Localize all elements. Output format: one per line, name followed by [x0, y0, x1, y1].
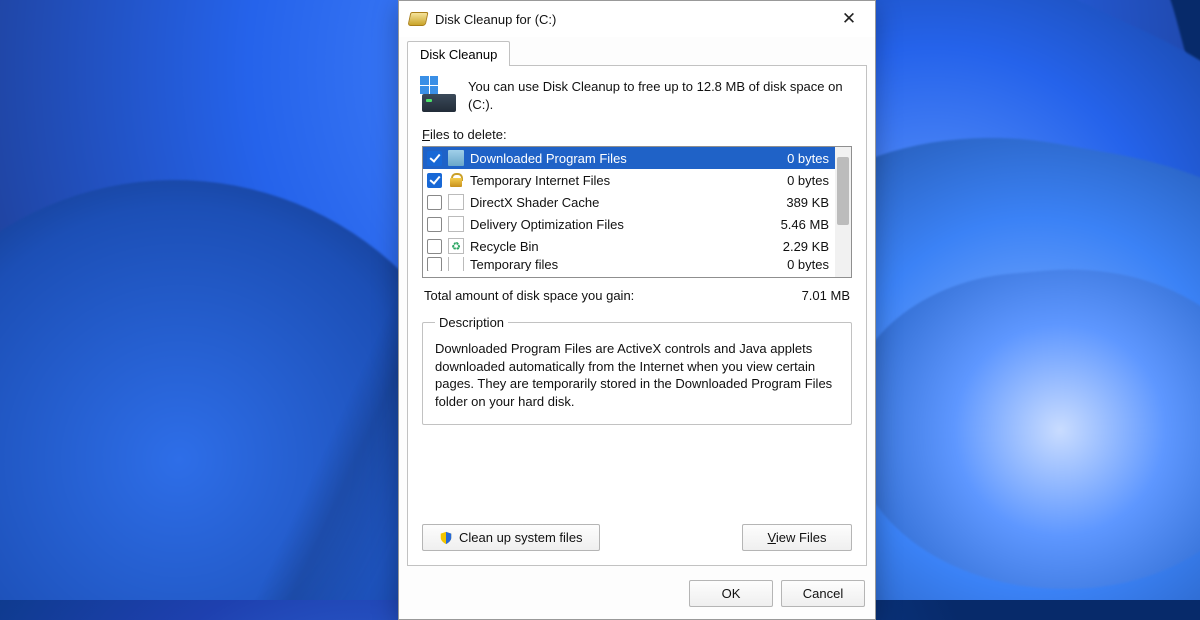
blank-icon — [448, 257, 464, 271]
list-item[interactable]: Downloaded Program Files 0 bytes — [423, 147, 835, 169]
description-text: Downloaded Program Files are ActiveX con… — [435, 340, 839, 410]
view-files-button[interactable]: View Files — [742, 524, 852, 551]
panel-actions: Clean up system files View Files — [422, 524, 852, 551]
lock-icon — [448, 172, 464, 188]
view-files-accel: V — [767, 530, 775, 545]
cleanup-system-files-button[interactable]: Clean up system files — [422, 524, 600, 551]
item-name: Recycle Bin — [470, 239, 777, 254]
blank-icon — [448, 194, 464, 210]
folder-icon — [448, 150, 464, 166]
tab-panel: You can use Disk Cleanup to free up to 1… — [407, 65, 867, 566]
list-item[interactable]: Temporary Internet Files 0 bytes — [423, 169, 835, 191]
checkbox[interactable] — [427, 257, 442, 271]
broom-icon — [409, 12, 427, 26]
item-name: Temporary Internet Files — [470, 173, 781, 188]
list-item[interactable]: Temporary files 0 bytes — [423, 257, 835, 271]
checkbox[interactable] — [427, 173, 442, 188]
item-size: 5.46 MB — [781, 217, 829, 232]
item-name: Downloaded Program Files — [470, 151, 781, 166]
description-legend: Description — [435, 315, 508, 330]
scrollbar[interactable] — [835, 147, 851, 277]
item-size: 389 KB — [786, 195, 829, 210]
total-gain-value: 7.01 MB — [802, 288, 850, 303]
checkbox[interactable] — [427, 217, 442, 232]
blank-icon — [448, 216, 464, 232]
disk-cleanup-dialog: Disk Cleanup for (C:) ✕ Disk Cleanup You… — [398, 0, 876, 620]
total-gain-label: Total amount of disk space you gain: — [424, 288, 634, 303]
scrollbar-thumb[interactable] — [837, 157, 849, 225]
uac-shield-icon — [439, 531, 453, 545]
item-size: 2.29 KB — [783, 239, 829, 254]
item-name: Temporary files — [470, 257, 781, 271]
ok-button[interactable]: OK — [689, 580, 773, 607]
disk-cleanup-icon — [422, 78, 456, 112]
item-size: 0 bytes — [787, 257, 829, 271]
tab-disk-cleanup[interactable]: Disk Cleanup — [407, 41, 510, 66]
checkbox[interactable] — [427, 195, 442, 210]
total-gain-row: Total amount of disk space you gain: 7.0… — [424, 288, 850, 303]
intro-section: You can use Disk Cleanup to free up to 1… — [422, 78, 852, 113]
files-to-delete-label: Files to delete: — [422, 127, 852, 142]
tab-bar: Disk Cleanup — [399, 37, 875, 65]
dialog-actions: OK Cancel — [399, 574, 875, 619]
checkbox[interactable] — [427, 151, 442, 166]
list-item[interactable]: DirectX Shader Cache 389 KB — [423, 191, 835, 213]
item-size: 0 bytes — [787, 173, 829, 188]
close-icon[interactable]: ✕ — [833, 5, 865, 33]
list-item[interactable]: Recycle Bin 2.29 KB — [423, 235, 835, 257]
item-name: Delivery Optimization Files — [470, 217, 775, 232]
intro-text: You can use Disk Cleanup to free up to 1… — [468, 78, 852, 113]
description-group: Description Downloaded Program Files are… — [422, 315, 852, 425]
window-title: Disk Cleanup for (C:) — [435, 12, 556, 27]
view-files-label: iew Files — [776, 530, 827, 545]
files-listbox[interactable]: Downloaded Program Files0 bytesTemporary… — [422, 146, 852, 278]
cancel-button[interactable]: Cancel — [781, 580, 865, 607]
item-size: 0 bytes — [787, 151, 829, 166]
list-item[interactable]: Delivery Optimization Files 5.46 MB — [423, 213, 835, 235]
recycle-icon — [448, 238, 464, 254]
item-name: DirectX Shader Cache — [470, 195, 780, 210]
titlebar[interactable]: Disk Cleanup for (C:) ✕ — [399, 1, 875, 37]
cleanup-system-files-label: Clean up system files — [459, 530, 583, 545]
checkbox[interactable] — [427, 239, 442, 254]
